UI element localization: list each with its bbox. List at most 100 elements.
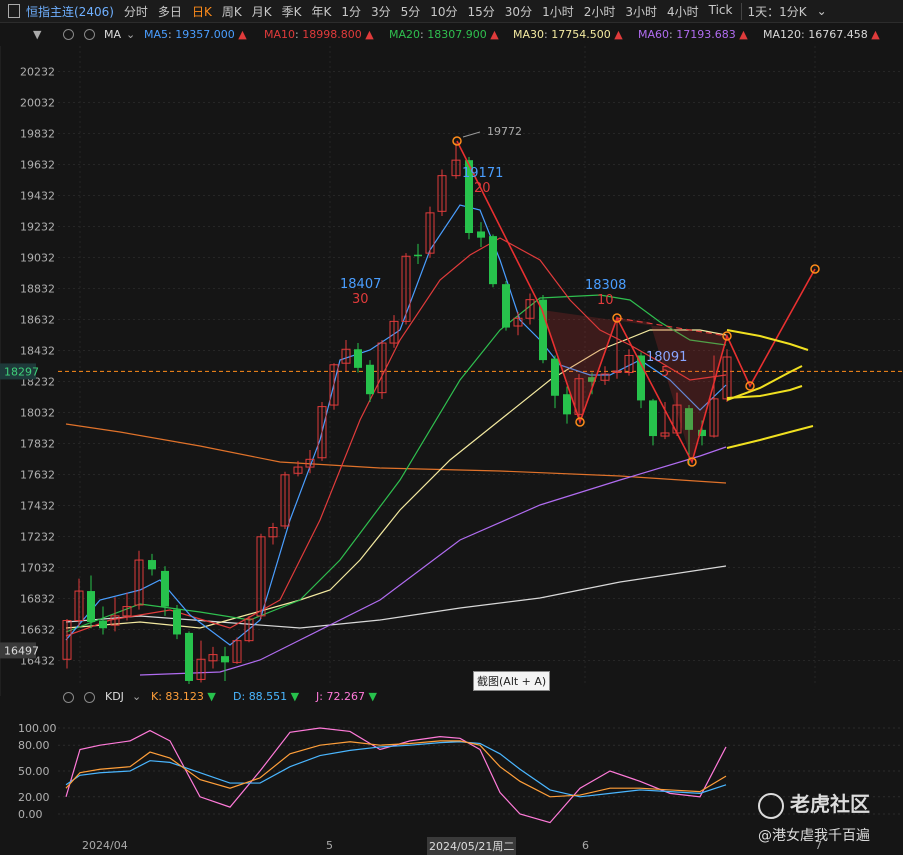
ma60-legend: MA60: 17193.683 ▲ [638, 28, 748, 41]
period-tab[interactable]: Tick [704, 3, 738, 20]
collapse-icon[interactable]: ▼ [33, 28, 41, 41]
candle-down [551, 358, 559, 396]
close-icon[interactable] [84, 692, 95, 703]
price-tick: 17632 [20, 469, 55, 482]
period-tab[interactable]: 1分 [336, 3, 366, 20]
candlestick-chart[interactable]: 20232 20032 19832 19632 19432 19232 19032 18832… [0, 46, 903, 696]
interval-combo[interactable]: 1天：1分K [741, 2, 811, 20]
x-label: 2024/04 [82, 839, 128, 852]
period-tab[interactable]: 日K [187, 3, 217, 20]
period-tab[interactable]: 30分 [500, 3, 537, 20]
pattern-annotation: 20 [474, 181, 491, 196]
x-crosshair-label: 2024/05/21周二 [427, 837, 517, 855]
chevron-down-icon[interactable]: ⌄ [132, 690, 141, 703]
candle-down [649, 400, 657, 437]
screenshot-tooltip: 截图(Alt + A) [473, 671, 551, 691]
kdj-tick: 80.00 [18, 739, 50, 752]
candle-down [148, 560, 156, 570]
x-label: 5 [326, 839, 333, 852]
period-tab[interactable]: 3分 [366, 3, 396, 20]
price-tick: 20032 [20, 97, 55, 110]
pattern-annotation: 18091 [646, 350, 687, 365]
price-tick: 16632 [20, 624, 55, 637]
zigzag-projection-line[interactable] [456, 140, 816, 465]
forecast-band-line [726, 425, 814, 449]
candle-down [87, 591, 95, 623]
pattern-annotation: 18407 [340, 277, 381, 292]
current-price-label: 18297 [4, 365, 39, 378]
pattern-annotation: 30 [352, 292, 369, 307]
period-list: 分时 多日 日K 周K 月K 季K 年K 1分 3分 5分 10分 15分 30分 1小时 2小时 3小时 4小… [119, 3, 738, 20]
candle-down [221, 656, 229, 663]
candle-down [173, 609, 181, 635]
price-tick: 17032 [20, 562, 55, 575]
candle-down [502, 284, 510, 328]
candle-down [637, 355, 645, 401]
candle-down [185, 632, 193, 681]
price-tick: 17832 [20, 438, 55, 451]
close-icon[interactable] [84, 29, 95, 40]
panel-icon[interactable] [8, 4, 20, 18]
period-tab[interactable]: 分时 [119, 3, 153, 20]
chevron-down-icon[interactable]: ⌄ [126, 28, 135, 41]
kdj-tick: 0.00 [18, 808, 43, 821]
settings-icon[interactable] [63, 29, 74, 40]
user-handle: @港女虐我千百遍 [758, 828, 870, 844]
price-tick: 17432 [20, 500, 55, 513]
price-tick: 18832 [20, 283, 55, 296]
period-tab[interactable]: 月K [247, 3, 277, 20]
period-tab[interactable]: 1小时 [537, 3, 579, 20]
x-label: 6 [582, 839, 589, 852]
instrument-title[interactable]: 恒指主连(2406) [22, 3, 119, 20]
kdj-tick: 50.00 [18, 765, 50, 778]
ma-legend: ▼ MA ⌄ MA5: 19357.000 ▲ MA10: 18998.800 … [0, 26, 903, 44]
period-tab[interactable]: 多日 [153, 3, 187, 20]
crosshair-price-label: 16497 [4, 644, 39, 657]
candle-down [366, 364, 374, 395]
price-tick: 18032 [20, 407, 55, 420]
price-tick: 20232 [20, 66, 55, 79]
period-tab[interactable]: 3小时 [620, 3, 662, 20]
pattern-annotation: 18308 [585, 278, 626, 293]
price-tick: 19032 [20, 252, 55, 265]
pattern-annotation: 5 [661, 365, 669, 380]
kdj-label: KDJ [105, 690, 124, 703]
pattern-annotation: 10 [597, 293, 614, 308]
period-toolbar: 恒指主连(2406) 分时 多日 日K 周K 月K 季K 年K 1分 3分 5分 10分 15分 30分… [0, 0, 903, 23]
period-tab[interactable]: 周K [217, 3, 247, 20]
kdj-j: J: 72.267 ▼ [316, 690, 377, 703]
ma60-line [139, 446, 727, 676]
settings-icon[interactable] [63, 692, 74, 703]
candle-down [354, 349, 362, 368]
brand-watermark: 老虎社区 [758, 788, 870, 819]
ma5-legend: MA5: 19357.000 ▲ [144, 28, 247, 41]
candle-down [489, 236, 497, 285]
price-tick: 19432 [20, 190, 55, 203]
ma10-legend: MA10: 18998.800 ▲ [264, 28, 374, 41]
period-tab[interactable]: 10分 [425, 3, 462, 20]
forecast-band-line [726, 329, 809, 351]
period-tab[interactable]: 年K [306, 3, 336, 20]
candle-down [99, 620, 107, 629]
pattern-annotation: 19772 [487, 125, 522, 138]
ma20-legend: MA20: 18307.900 ▲ [389, 28, 499, 41]
ma30-legend: MA30: 17754.500 ▲ [513, 28, 623, 41]
ma-label: MA [104, 28, 122, 41]
price-tick: 18632 [20, 314, 55, 327]
ma120-legend: MA120: 16767.458 ▲ [763, 28, 880, 41]
chevron-down-icon[interactable]: ⌄ [812, 4, 832, 18]
price-tick: 19232 [20, 221, 55, 234]
candle-down [477, 231, 485, 238]
candle-down [539, 299, 547, 361]
kdj-tick: 100.00 [18, 722, 57, 735]
period-tab[interactable]: 5分 [396, 3, 426, 20]
period-tab[interactable]: 4小时 [662, 3, 704, 20]
price-tick: 18432 [20, 345, 55, 358]
period-tab[interactable]: 2小时 [579, 3, 621, 20]
period-tab[interactable]: 15分 [463, 3, 500, 20]
price-tick: 17232 [20, 531, 55, 544]
price-tick: 19632 [20, 159, 55, 172]
candle-down [563, 394, 571, 415]
kdj-legend: KDJ ⌄ K: 83.123 ▼ D: 88.551 ▼ J: 72.267 … [0, 689, 903, 705]
period-tab[interactable]: 季K [277, 3, 307, 20]
